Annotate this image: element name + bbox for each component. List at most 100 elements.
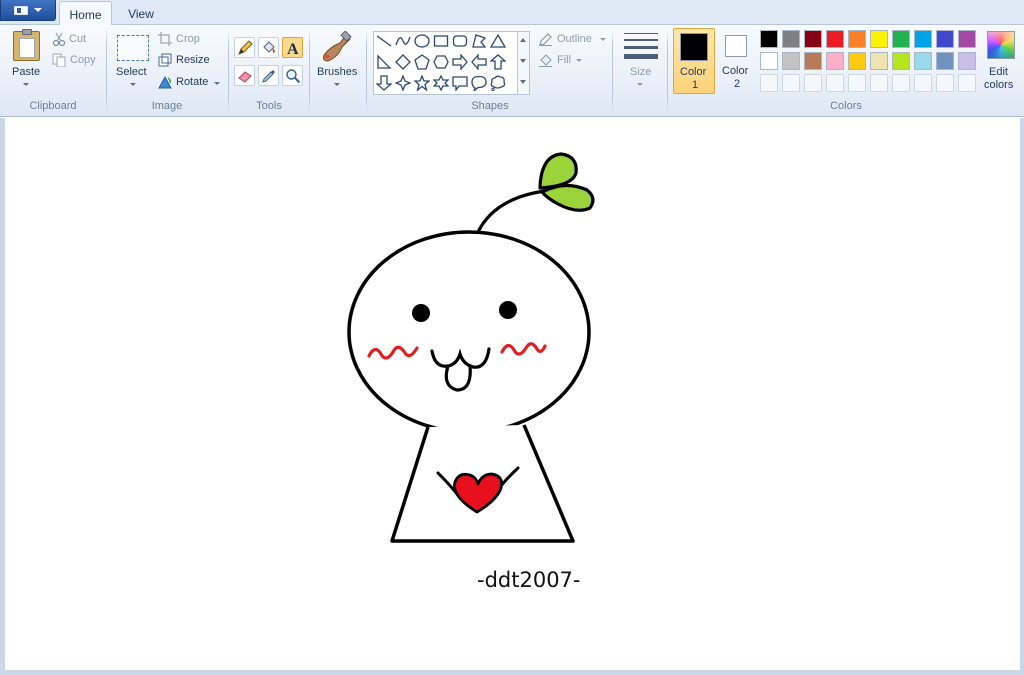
color-2-number: 2: [734, 78, 741, 90]
custom-color-slot[interactable]: [914, 74, 932, 92]
image-group-label: Image: [151, 100, 183, 112]
edit-colors-icon[interactable]: [987, 31, 1015, 59]
select-button[interactable]: Select: [116, 66, 147, 78]
curve-shape[interactable]: [395, 33, 411, 49]
oval-callout-shape[interactable]: [471, 75, 487, 91]
hexagon-shape[interactable]: [433, 54, 449, 70]
palette-color-swatch[interactable]: [760, 52, 778, 70]
palette-color-swatch[interactable]: [804, 30, 822, 48]
paste-dropdown-caret[interactable]: [23, 83, 29, 86]
palette-color-swatch[interactable]: [936, 30, 954, 48]
pencil-tool[interactable]: [234, 37, 255, 58]
polygon-shape[interactable]: [471, 33, 487, 49]
color-picker-tool[interactable]: [258, 65, 279, 86]
five-point-star-shape[interactable]: [414, 75, 430, 91]
rotate-button[interactable]: Rotate: [176, 76, 208, 88]
palette-color-swatch[interactable]: [892, 52, 910, 70]
tab-home[interactable]: Home: [59, 1, 112, 26]
scissors-icon: [52, 32, 66, 46]
rectangle-shape[interactable]: [433, 33, 449, 49]
scroll-up-icon[interactable]: [520, 38, 526, 42]
palette-color-swatch[interactable]: [804, 52, 822, 70]
drawing-canvas[interactable]: -ddt2007-: [5, 118, 1020, 670]
up-arrow-shape[interactable]: [490, 54, 506, 70]
group-divider: [309, 29, 310, 113]
magnifier-tool[interactable]: [282, 65, 303, 86]
edit-colors-label-line1[interactable]: Edit: [989, 66, 1008, 78]
color-2-selector[interactable]: Color 2: [716, 28, 758, 94]
crop-button[interactable]: Crop: [176, 33, 200, 45]
outline-dropdown-caret[interactable]: [600, 38, 606, 41]
palette-color-swatch[interactable]: [760, 30, 778, 48]
line-shape[interactable]: [376, 33, 392, 49]
paste-icon[interactable]: [13, 29, 40, 61]
pentagon-shape[interactable]: [414, 54, 430, 70]
fill-icon: [539, 54, 552, 67]
application-menu-button[interactable]: [0, 0, 56, 21]
palette-color-swatch[interactable]: [870, 52, 888, 70]
palette-color-swatch[interactable]: [782, 52, 800, 70]
edit-colors-label-line2[interactable]: colors: [984, 79, 1013, 91]
resize-button[interactable]: Resize: [176, 54, 210, 66]
brush-icon[interactable]: [320, 31, 354, 63]
palette-color-swatch[interactable]: [826, 30, 844, 48]
size-dropdown-caret[interactable]: [637, 83, 643, 86]
custom-color-slot[interactable]: [848, 74, 866, 92]
custom-color-slot[interactable]: [760, 74, 778, 92]
palette-color-swatch[interactable]: [892, 30, 910, 48]
gallery-expand-icon[interactable]: [520, 80, 526, 84]
brushes-dropdown-caret[interactable]: [334, 83, 340, 86]
size-icon[interactable]: [624, 33, 658, 64]
right-triangle-shape[interactable]: [376, 54, 392, 70]
rectangle-callout-shape[interactable]: [452, 75, 468, 91]
triangle-shape[interactable]: [490, 33, 506, 49]
copy-button[interactable]: Copy: [70, 54, 96, 66]
select-icon[interactable]: [117, 35, 149, 61]
fill-tool[interactable]: [258, 37, 279, 58]
paste-button[interactable]: Paste: [12, 66, 40, 78]
down-arrow-shape[interactable]: [376, 75, 392, 91]
scroll-down-icon[interactable]: [520, 59, 526, 63]
oval-shape[interactable]: [414, 33, 430, 49]
custom-color-slot[interactable]: [826, 74, 844, 92]
custom-color-slot[interactable]: [892, 74, 910, 92]
color-1-selector[interactable]: Color 1: [673, 28, 715, 94]
custom-color-slot[interactable]: [870, 74, 888, 92]
diamond-shape[interactable]: [395, 54, 411, 70]
fill-button[interactable]: Fill: [557, 54, 571, 66]
outline-button[interactable]: Outline: [557, 33, 592, 45]
cloud-callout-shape[interactable]: [490, 75, 506, 91]
palette-color-swatch[interactable]: [870, 30, 888, 48]
palette-color-swatch[interactable]: [848, 30, 866, 48]
tab-view[interactable]: View: [118, 1, 164, 26]
custom-color-slot[interactable]: [936, 74, 954, 92]
select-dropdown-caret[interactable]: [130, 83, 136, 86]
palette-color-swatch[interactable]: [826, 52, 844, 70]
chevron-down-icon: [34, 8, 42, 12]
rounded-rectangle-shape[interactable]: [452, 33, 468, 49]
brushes-button[interactable]: Brushes: [317, 66, 357, 78]
left-arrow-shape[interactable]: [471, 54, 487, 70]
cut-button[interactable]: Cut: [69, 33, 86, 45]
palette-color-swatch[interactable]: [936, 52, 954, 70]
palette-color-swatch[interactable]: [914, 52, 932, 70]
four-point-star-shape[interactable]: [395, 75, 411, 91]
custom-color-slot[interactable]: [804, 74, 822, 92]
group-divider: [612, 29, 613, 113]
group-divider: [228, 29, 229, 113]
palette-color-swatch[interactable]: [848, 52, 866, 70]
size-button[interactable]: Size: [630, 66, 651, 78]
right-arrow-shape[interactable]: [452, 54, 468, 70]
eraser-tool[interactable]: [234, 65, 255, 86]
palette-color-swatch[interactable]: [958, 30, 976, 48]
six-point-star-shape[interactable]: [433, 75, 449, 91]
shapes-gallery-scrollbar[interactable]: [518, 31, 530, 95]
rotate-dropdown-caret[interactable]: [214, 82, 220, 85]
text-tool[interactable]: A: [282, 37, 303, 58]
palette-color-swatch[interactable]: [958, 52, 976, 70]
custom-color-slot[interactable]: [782, 74, 800, 92]
fill-dropdown-caret[interactable]: [576, 59, 582, 62]
custom-color-slot[interactable]: [958, 74, 976, 92]
palette-color-swatch[interactable]: [914, 30, 932, 48]
palette-color-swatch[interactable]: [782, 30, 800, 48]
